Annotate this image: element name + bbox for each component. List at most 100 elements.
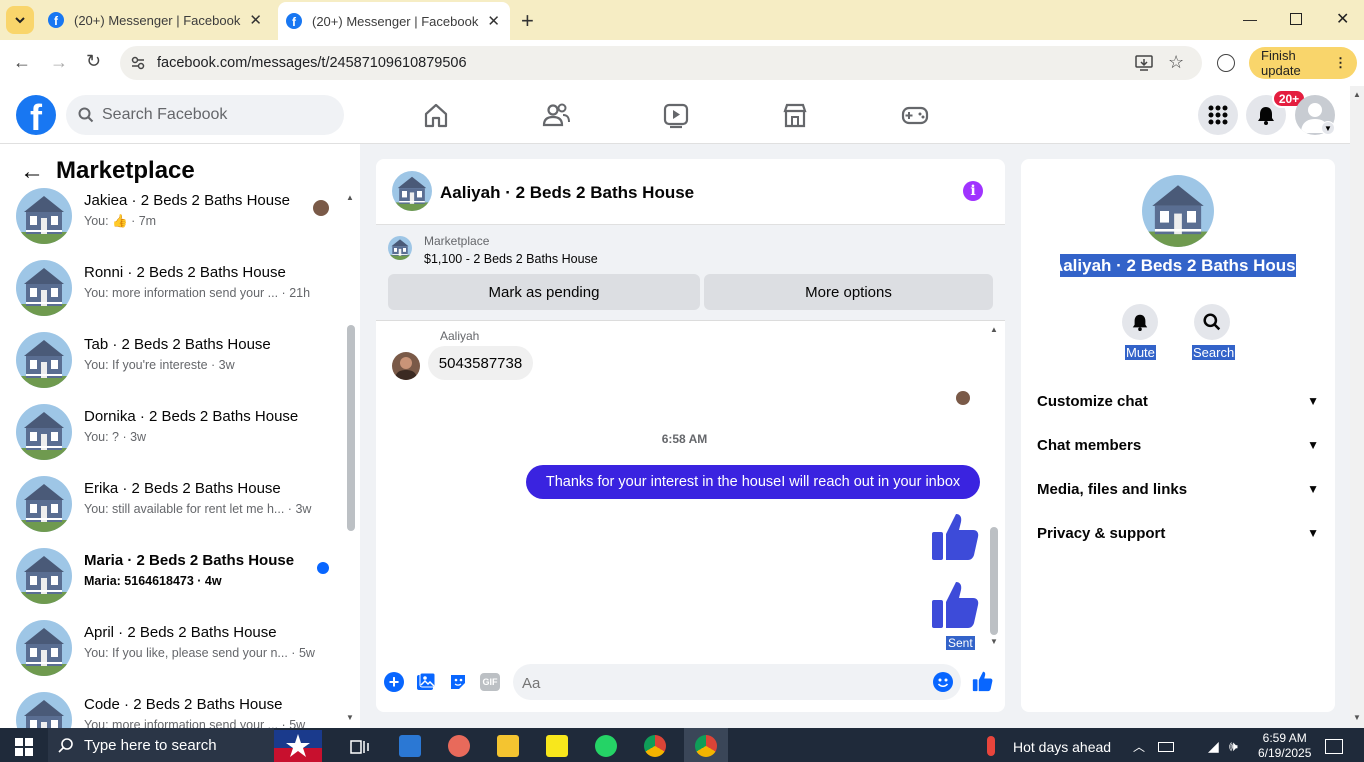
- sender-avatar[interactable]: [392, 352, 420, 380]
- finish-update-button[interactable]: Finish update ⋮: [1249, 47, 1357, 79]
- gif-icon[interactable]: GIF: [480, 673, 500, 691]
- section-customize-chat[interactable]: Customize chat ▼: [1037, 389, 1319, 413]
- section-label: Chat members: [1037, 436, 1142, 454]
- browser-tab-2[interactable]: f (20+) Messenger | Facebook ✕: [278, 2, 510, 40]
- conversation-item[interactable]: Tab · 2 Beds 2 Baths House You: If you're…: [16, 332, 336, 392]
- conversation-item[interactable]: April · 2 Beds 2 Baths House You: If you …: [16, 620, 336, 680]
- mark-as-pending-button[interactable]: Mark as pending: [388, 274, 700, 310]
- video-icon[interactable]: [661, 100, 691, 130]
- facebook-search-box[interactable]: Search Facebook: [66, 95, 344, 135]
- sticker-icon[interactable]: [448, 672, 468, 697]
- browser-tab-1[interactable]: f (20+) Messenger | Facebook ✕: [40, 0, 272, 40]
- chrome-icon[interactable]: [695, 735, 717, 757]
- conversation-item[interactable]: Maria · 2 Beds 2 Baths House Maria: 51646…: [16, 548, 336, 608]
- maximize-icon[interactable]: [1290, 13, 1302, 25]
- taskbar-search-box[interactable]: Type here to search: [48, 728, 274, 762]
- back-arrow-icon[interactable]: ←: [13, 52, 31, 73]
- chevron-down-icon: ▼: [1307, 438, 1319, 452]
- back-arrow-icon[interactable]: ←: [20, 158, 44, 186]
- battery-icon[interactable]: [1158, 742, 1174, 752]
- section-label: Media, files and links: [1037, 480, 1188, 498]
- section-media-files-links[interactable]: Media, files and links ▼: [1037, 477, 1319, 501]
- more-options-button[interactable]: More options: [704, 274, 993, 310]
- site-info-icon[interactable]: [130, 55, 146, 76]
- reload-icon[interactable]: ↻: [86, 51, 101, 72]
- scroll-up-icon[interactable]: ▲: [346, 193, 354, 202]
- sticky-notes-icon[interactable]: [546, 735, 568, 757]
- chevron-down-icon: ▼: [1307, 526, 1319, 540]
- whatsapp-icon[interactable]: [595, 735, 617, 757]
- snipping-tool-icon[interactable]: [448, 735, 470, 757]
- chat-scrollbar[interactable]: [990, 527, 998, 635]
- emoji-icon[interactable]: [933, 672, 953, 692]
- scroll-down-icon[interactable]: ▼: [1353, 713, 1361, 722]
- install-app-icon[interactable]: [1135, 54, 1153, 77]
- gaming-icon[interactable]: [900, 100, 930, 130]
- conversation-item[interactable]: Erika · 2 Beds 2 Baths House You: still a…: [16, 476, 336, 536]
- close-tab-icon[interactable]: ✕: [487, 12, 500, 30]
- weather-widget[interactable]: Hot days ahead: [1013, 739, 1111, 755]
- url-text[interactable]: facebook.com/messages/t/2458710961087950…: [157, 55, 467, 71]
- file-explorer-icon[interactable]: [497, 735, 519, 757]
- bookmark-star-icon[interactable]: ☆: [1168, 52, 1184, 73]
- profile-icon[interactable]: [1217, 54, 1235, 72]
- chevron-down-icon: ▼: [1307, 482, 1319, 496]
- conversation-item[interactable]: Jakiea · 2 Beds 2 Baths House You: 👍 · 7m: [16, 188, 336, 248]
- news-widget-icon[interactable]: [274, 730, 322, 762]
- incoming-message-bubble[interactable]: 5043587738: [428, 346, 533, 380]
- listing-title[interactable]: $1,100 - 2 Beds 2 Baths House: [424, 252, 598, 266]
- account-chevron-icon[interactable]: ▼: [1321, 121, 1335, 135]
- conversation-name: Code · 2 Beds 2 Baths House: [84, 696, 283, 713]
- scroll-down-icon[interactable]: ▼: [990, 637, 998, 646]
- chat-avatar[interactable]: [392, 171, 432, 211]
- system-tray-chevron-icon[interactable]: ︿: [1133, 738, 1145, 755]
- scroll-up-icon[interactable]: ▲: [990, 325, 998, 334]
- chat-title[interactable]: Aaliyah · 2 Beds 2 Baths House: [440, 183, 694, 203]
- search-conversation-button[interactable]: [1194, 304, 1230, 340]
- listing-avatar: [16, 548, 72, 604]
- section-chat-members[interactable]: Chat members ▼: [1037, 433, 1319, 457]
- thumbs-up-icon[interactable]: [930, 578, 982, 635]
- send-like-icon[interactable]: [972, 670, 994, 697]
- facebook-logo-icon[interactable]: f: [16, 95, 56, 135]
- finish-update-label: Finish update: [1261, 48, 1301, 78]
- search-label: Search: [1192, 345, 1236, 360]
- outgoing-message-bubble[interactable]: Thanks for your interest in the houseI w…: [526, 465, 980, 499]
- conversation-item[interactable]: Ronni · 2 Beds 2 Baths House You: more in…: [16, 260, 336, 320]
- chrome-icon[interactable]: [644, 735, 666, 757]
- task-view-icon[interactable]: [350, 738, 370, 761]
- message-input[interactable]: [522, 672, 902, 694]
- close-window-icon[interactable]: ✕: [1336, 9, 1349, 29]
- menu-grid-button[interactable]: [1198, 95, 1238, 135]
- taskbar-clock[interactable]: 6:59 AM 6/19/2025: [1258, 731, 1311, 761]
- notification-center-icon[interactable]: [1325, 739, 1343, 754]
- tab-search-button[interactable]: [6, 6, 34, 34]
- bell-icon: [1258, 107, 1274, 125]
- home-icon[interactable]: [421, 100, 451, 130]
- conversation-item[interactable]: Dornika · 2 Beds 2 Baths House You: ? · 3…: [16, 404, 336, 464]
- section-privacy-support[interactable]: Privacy & support ▼: [1037, 521, 1319, 545]
- conversation-name: Maria · 2 Beds 2 Baths House: [84, 552, 295, 569]
- sidebar-scrollbar[interactable]: [347, 325, 355, 531]
- minimize-icon[interactable]: —: [1243, 11, 1257, 27]
- photo-icon[interactable]: [416, 672, 436, 697]
- details-avatar[interactable]: [1142, 175, 1214, 247]
- listing-thumbnail[interactable]: [388, 236, 412, 260]
- marketplace-icon[interactable]: [780, 100, 810, 130]
- microsoft-store-icon[interactable]: [399, 735, 421, 757]
- listing-avatar: [16, 332, 72, 388]
- mute-button[interactable]: [1122, 304, 1158, 340]
- close-tab-icon[interactable]: ✕: [249, 11, 262, 29]
- network-icon[interactable]: ◢: [1208, 738, 1219, 755]
- forward-arrow-icon[interactable]: →: [50, 52, 68, 73]
- add-attachment-icon[interactable]: +: [384, 672, 404, 692]
- thumbs-up-icon[interactable]: [930, 510, 982, 567]
- info-icon[interactable]: i: [963, 181, 983, 201]
- scroll-up-icon[interactable]: ▲: [1353, 90, 1361, 99]
- page-scrollbar[interactable]: [1350, 86, 1364, 728]
- friends-icon[interactable]: [541, 100, 571, 130]
- scroll-down-icon[interactable]: ▼: [346, 713, 354, 722]
- new-tab-icon[interactable]: +: [521, 8, 534, 34]
- windows-start-icon[interactable]: [15, 738, 33, 761]
- volume-icon[interactable]: 🕪: [1229, 738, 1238, 755]
